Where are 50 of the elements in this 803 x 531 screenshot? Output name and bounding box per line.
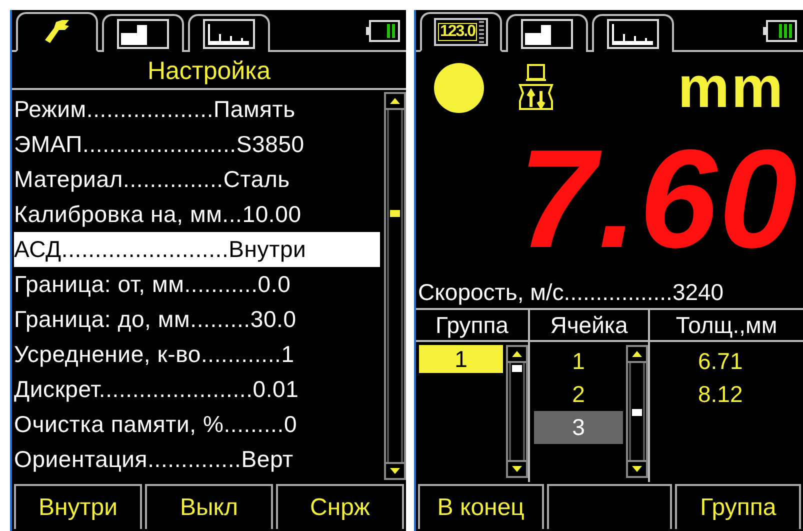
units-label: mm xyxy=(678,59,785,117)
scroll-thumb[interactable] xyxy=(390,210,400,217)
menu-item[interactable]: ЭМАП.......................S3850 xyxy=(14,127,380,162)
scroll-thumb[interactable] xyxy=(512,365,522,372)
battery-icon xyxy=(763,20,797,42)
scroll-thumb[interactable] xyxy=(632,409,642,416)
soft-key-button[interactable] xyxy=(546,484,672,529)
menu-item[interactable]: Материал...............Сталь xyxy=(14,162,380,197)
soft-key-button[interactable]: Внутри xyxy=(14,484,142,529)
display-icon: 123.0 xyxy=(434,18,488,46)
indicator-icon xyxy=(434,63,484,113)
soft-key-button[interactable]: Выкл xyxy=(145,484,273,529)
bar-chart-icon xyxy=(117,19,169,49)
bar-chart-icon xyxy=(521,19,573,49)
scrollbar[interactable] xyxy=(626,345,648,478)
menu-item[interactable]: Дискрет.......................0.01 xyxy=(14,372,380,407)
column-header: Группа xyxy=(416,310,530,340)
scrollbar[interactable] xyxy=(506,345,528,478)
soft-key-button[interactable]: В конец xyxy=(418,484,544,529)
thickness-reading: 7.60 xyxy=(518,129,799,269)
cell-item[interactable]: 1 xyxy=(534,345,623,378)
column-header: Ячейка xyxy=(530,310,650,340)
soft-key-button[interactable]: Группа xyxy=(675,484,802,529)
menu-item[interactable]: Калибровка на, мм...10.00 xyxy=(14,197,380,232)
menu-item[interactable]: Режим...................Память xyxy=(14,92,380,127)
thickness-value: 8.12 xyxy=(698,380,744,409)
battery-icon xyxy=(366,20,400,42)
menu-item[interactable]: Усреднение, к-во............1 xyxy=(14,337,380,372)
cell-item[interactable]: 2 xyxy=(534,378,623,411)
signal-trace-icon xyxy=(203,19,255,49)
column-header: Толщ.,мм xyxy=(674,311,778,340)
tab[interactable]: 123.0 xyxy=(420,12,502,52)
scrollbar[interactable] xyxy=(384,92,406,480)
thickness-value: 6.71 xyxy=(698,347,744,376)
soft-key-button[interactable]: Снрж xyxy=(276,484,404,529)
menu-item[interactable]: Граница: до, мм.........30.0 xyxy=(14,302,380,337)
group-item[interactable]: 1 xyxy=(419,345,503,373)
menu-item[interactable]: АСД.........................Внутри xyxy=(14,232,380,267)
screen-title: Настройка xyxy=(12,52,406,90)
signal-trace-icon xyxy=(607,19,659,49)
tab[interactable] xyxy=(188,14,270,52)
menu-item[interactable]: Очистка памяти, %.........0 xyxy=(14,407,380,442)
menu-item[interactable]: Граница: от, мм...........0.0 xyxy=(14,267,380,302)
speed-readout: Скорость, м/с.................3240 xyxy=(416,274,803,310)
menu-item[interactable]: Ориентация..............Верт xyxy=(14,442,380,477)
tab[interactable] xyxy=(592,14,674,52)
tab[interactable] xyxy=(506,14,588,52)
cell-item[interactable]: 3 xyxy=(534,411,623,444)
tab[interactable] xyxy=(16,12,98,52)
tab[interactable] xyxy=(102,14,184,52)
